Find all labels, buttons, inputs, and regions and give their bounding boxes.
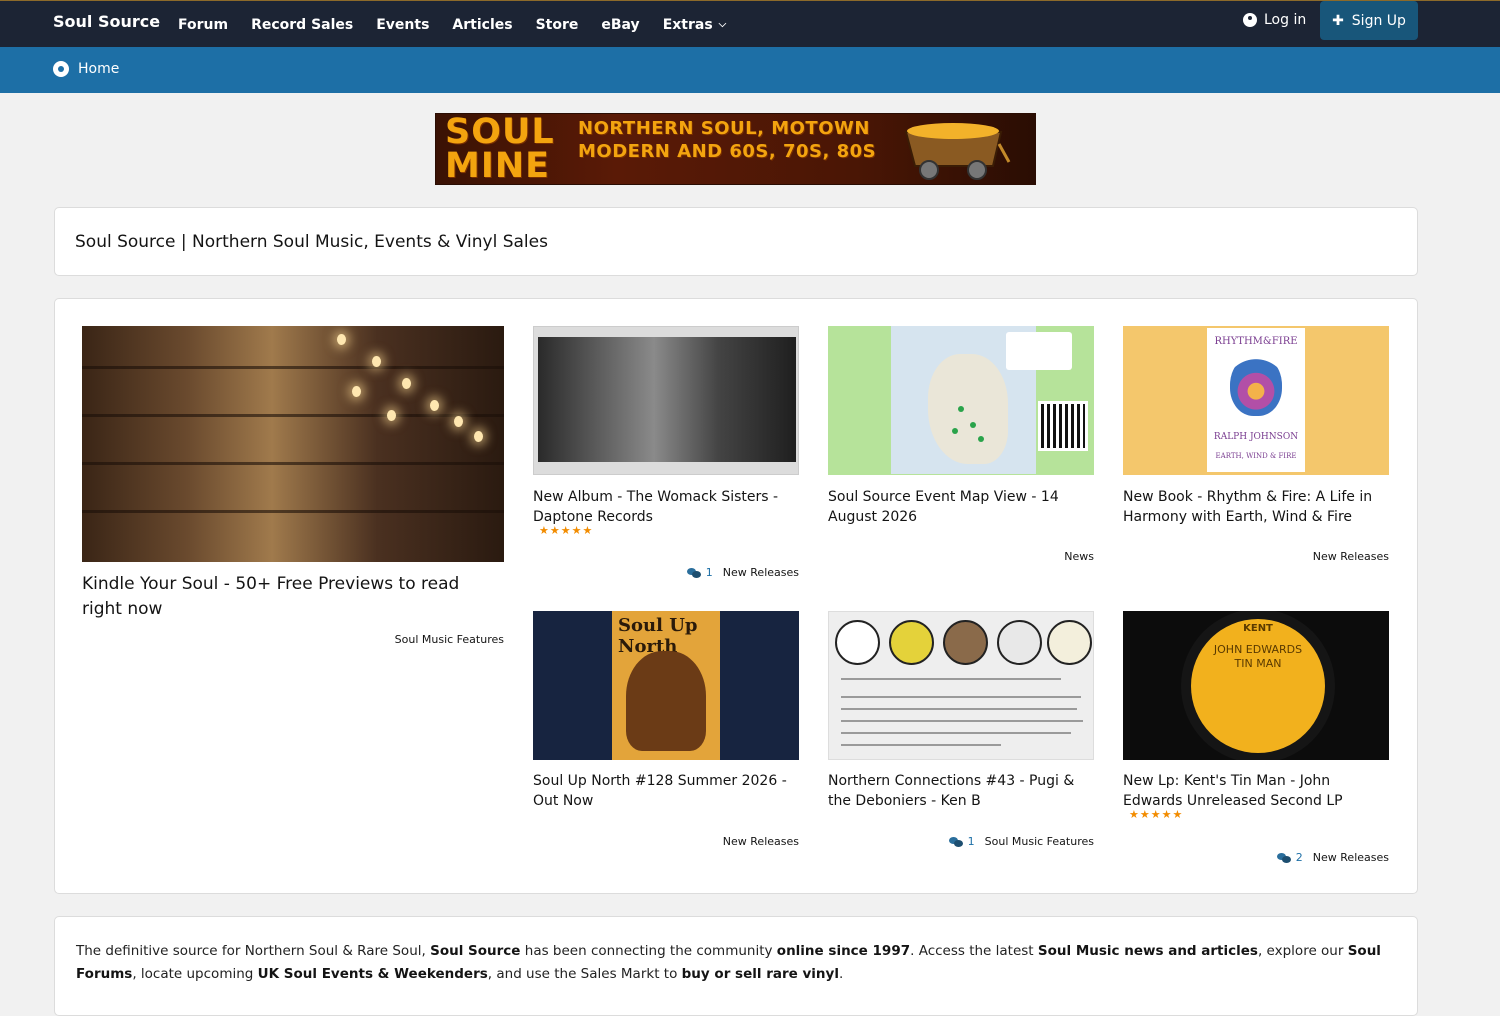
- breadcrumb-home-label: Home: [78, 61, 120, 77]
- comment-count[interactable]: 1: [948, 835, 975, 848]
- article-category[interactable]: Soul Music Features: [395, 633, 504, 646]
- article-meta: 2 New Releases: [1276, 851, 1389, 864]
- article-card: Soul Source Event Map View - 14 August 2…: [828, 326, 1094, 566]
- site-brand[interactable]: Soul Source: [53, 12, 160, 31]
- home-icon: [53, 61, 69, 77]
- article-card: RHYTHM&FIRE RALPH JOHNSON EARTH, WIND & …: [1123, 326, 1389, 566]
- article-title[interactable]: Northern Connections #43 - Pugi & the De…: [828, 771, 1094, 811]
- article-meta: 1 Soul Music Features: [948, 835, 1094, 848]
- user-plus-icon: ✚: [1332, 12, 1344, 29]
- article-title[interactable]: Soul Up North #128 Summer 2026 - Out Now: [533, 771, 799, 811]
- chevron-down-icon: ⌵: [718, 19, 727, 30]
- nav-extras-label: Extras: [662, 16, 713, 33]
- article-thumbnail[interactable]: [82, 326, 504, 562]
- article-card: Soul Up North Soul Up North #128 Summer …: [533, 611, 799, 851]
- article-title[interactable]: New Album - The Womack Sisters - Daptone…: [533, 487, 799, 527]
- article-meta: News: [1064, 550, 1094, 563]
- page-title-card: Soul Source | Northern Soul Music, Event…: [54, 207, 1418, 276]
- article-thumbnail[interactable]: [828, 326, 1094, 475]
- rating-stars: ★★★★★: [1129, 808, 1184, 821]
- site-description-text: The definitive source for Northern Soul …: [76, 943, 1381, 982]
- article-title[interactable]: Soul Source Event Map View - 14 August 2…: [828, 487, 1094, 527]
- article-meta: 1 New Releases: [686, 566, 799, 579]
- comment-count[interactable]: 2: [1276, 851, 1303, 864]
- article-card: Kindle Your Soul - 50+ Free Previews to …: [82, 326, 504, 656]
- signup-button[interactable]: ✚ Sign Up: [1320, 1, 1418, 40]
- site-description: The definitive source for Northern Soul …: [54, 916, 1418, 1016]
- article-category[interactable]: New Releases: [1313, 550, 1389, 563]
- comments-icon: [948, 836, 963, 847]
- nav-record-sales[interactable]: Record Sales: [251, 17, 353, 33]
- article-meta: New Releases: [1313, 550, 1389, 563]
- article-thumbnail[interactable]: KENT JOHN EDWARDS TIN MAN: [1123, 611, 1389, 760]
- article-category[interactable]: New Releases: [723, 835, 799, 848]
- comments-icon: [1276, 852, 1291, 863]
- page-title: Soul Source | Northern Soul Music, Event…: [75, 232, 548, 252]
- article-thumbnail[interactable]: Soul Up North: [533, 611, 799, 760]
- login-link[interactable]: Log in: [1243, 12, 1306, 28]
- article-card: Northern Connections #43 - Pugi & the De…: [828, 611, 1094, 851]
- nav-events[interactable]: Events: [376, 17, 429, 33]
- breadcrumb-home[interactable]: Home: [53, 61, 119, 77]
- nav-store[interactable]: Store: [536, 17, 579, 33]
- top-navbar: Soul Source Forum Record Sales Events Ar…: [0, 0, 1500, 47]
- article-meta: New Releases: [723, 835, 799, 848]
- article-title[interactable]: Kindle Your Soul - 50+ Free Previews to …: [82, 572, 504, 622]
- article-title[interactable]: New Book - Rhythm & Fire: A Life in Harm…: [1123, 487, 1389, 527]
- nav-articles[interactable]: Articles: [452, 17, 512, 33]
- article-category[interactable]: New Releases: [1313, 851, 1389, 864]
- featured-articles: Kindle Your Soul - 50+ Free Previews to …: [54, 298, 1418, 894]
- banner-tagline: NORTHERN SOUL, MOTOWN MODERN AND 60S, 70…: [578, 118, 877, 162]
- main-nav: Forum Record Sales Events Articles Store…: [178, 1, 749, 48]
- breadcrumb: Home: [0, 47, 1500, 93]
- article-thumbnail[interactable]: [828, 611, 1094, 760]
- mine-cart-icon: [904, 123, 1011, 180]
- article-card: New Album - The Womack Sisters - Daptone…: [533, 326, 799, 581]
- signup-label: Sign Up: [1351, 12, 1406, 29]
- article-title[interactable]: New Lp: Kent's Tin Man - John Edwards Un…: [1123, 771, 1389, 811]
- rating-stars: ★★★★★: [539, 524, 594, 537]
- article-category[interactable]: Soul Music Features: [985, 835, 1094, 848]
- comments-icon: [686, 567, 701, 578]
- article-thumbnail[interactable]: RHYTHM&FIRE RALPH JOHNSON EARTH, WIND & …: [1123, 326, 1389, 475]
- soul-mine-banner[interactable]: SOUL MINE NORTHERN SOUL, MOTOWN MODERN A…: [435, 113, 1036, 185]
- banner-logo: SOUL MINE: [445, 113, 555, 185]
- user-icon: [1243, 13, 1257, 27]
- comment-count[interactable]: 1: [686, 566, 713, 579]
- article-card: KENT JOHN EDWARDS TIN MAN New Lp: Kent's…: [1123, 611, 1389, 867]
- nav-forum[interactable]: Forum: [178, 17, 228, 33]
- article-meta: Soul Music Features: [395, 633, 504, 646]
- article-thumbnail[interactable]: [533, 326, 799, 475]
- article-category[interactable]: New Releases: [723, 566, 799, 579]
- article-category[interactable]: News: [1064, 550, 1094, 563]
- nav-extras[interactable]: Extras ⌵: [663, 17, 727, 33]
- login-label: Log in: [1264, 12, 1307, 28]
- nav-ebay[interactable]: eBay: [601, 17, 639, 33]
